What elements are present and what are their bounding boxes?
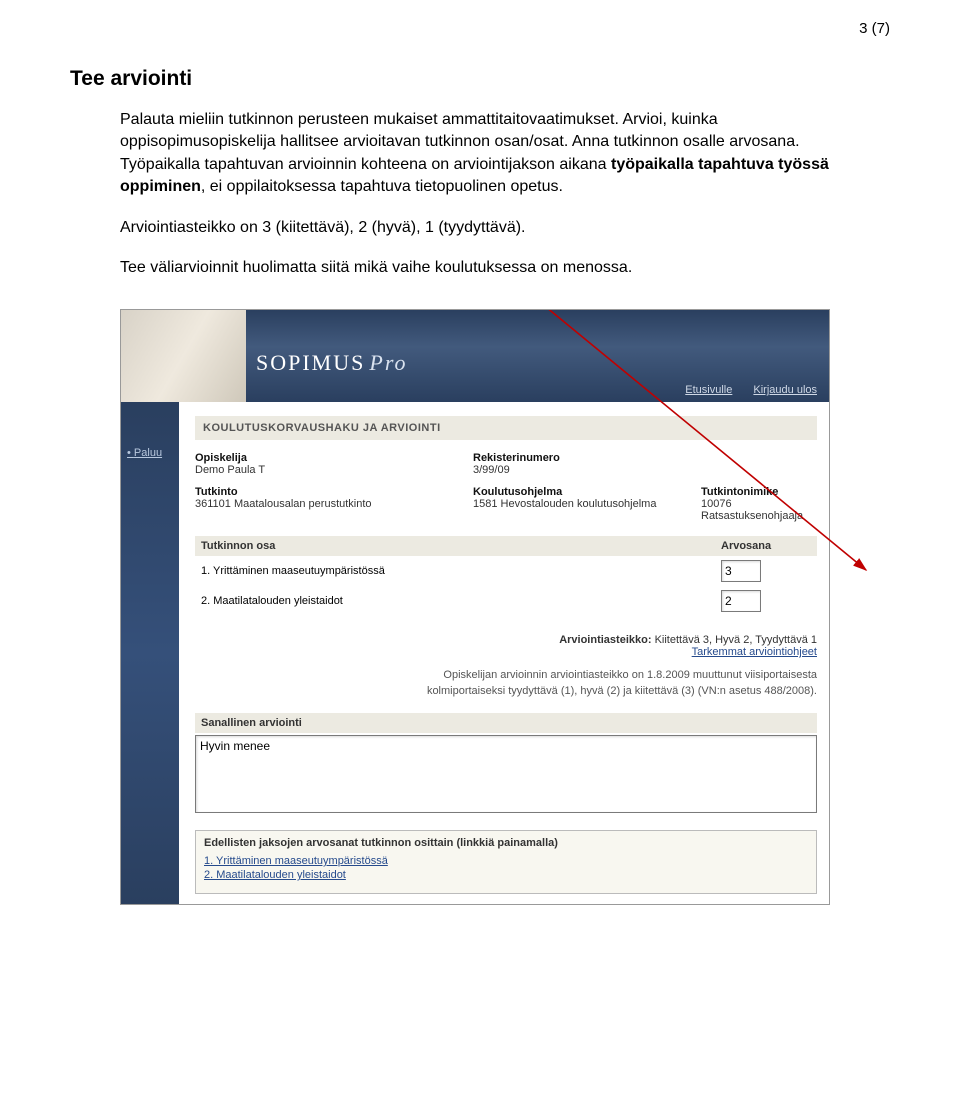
row-label: 2. Maatilatalouden yleistaidot (195, 593, 715, 609)
page-title: KOULUTUSKORVAUSHAKU JA ARVIOINTI (195, 416, 817, 440)
intro-tail: , ei oppilaitoksessa tapahtuva tietopuol… (201, 178, 563, 195)
label-tutkinto: Tutkinto (195, 486, 455, 498)
app-logo: SOPIMUSPro (256, 350, 408, 376)
app-banner: SOPIMUSPro Etusivulle Kirjaudu ulos (121, 310, 829, 402)
value-ohjelma: 1581 Hevostalouden koulutusohjelma (473, 498, 683, 510)
page-number: 3 (7) (70, 20, 890, 37)
scale-paragraph: Arviointiasteikko on 3 (kiitettävä), 2 (… (120, 217, 840, 239)
value-tutkinto: 361101 Maatalousalan perustutkinto (195, 498, 455, 510)
logo-sub: Pro (369, 350, 407, 375)
prev-link-1[interactable]: 1. Yrittäminen maaseutuympäristössä (204, 855, 808, 867)
scale-text: Kiitettävä 3, Hyvä 2, Tyydyttävä 1 (655, 634, 817, 646)
logo-text: SOPIMUS (256, 350, 365, 375)
scale-line: Arviointiasteikko: Kiitettävä 3, Hyvä 2,… (195, 634, 817, 658)
meta-grid: Opiskelija Demo Paula T Rekisterinumero … (195, 452, 817, 530)
value-rekisteri: 3/99/09 (473, 464, 683, 476)
grade-input-1[interactable] (721, 560, 761, 582)
verbal-eval-textarea[interactable] (195, 735, 817, 813)
scale-label: Arviointiasteikko: (559, 634, 651, 646)
verbal-eval-title: Sanallinen arviointi (195, 713, 817, 733)
grade-input-2[interactable] (721, 590, 761, 612)
col-osa: Tutkinnon osa (195, 536, 715, 556)
prev-link-2[interactable]: 2. Maatilatalouden yleistaidot (204, 869, 808, 881)
main-panel: KOULUTUSKORVAUSHAKU JA ARVIOINTI Opiskel… (179, 402, 829, 904)
table-row: 1. Yrittäminen maaseutuympäristössä (195, 556, 817, 586)
banner-decorative-photo (121, 310, 246, 402)
banner-links: Etusivulle Kirjaudu ulos (667, 384, 817, 396)
sidebar: Paluu (121, 402, 179, 904)
col-arvosana: Arvosana (715, 536, 817, 556)
label-nimike: Tutkintonimike (701, 486, 817, 498)
label-rekisteri: Rekisterinumero (473, 452, 683, 464)
previous-grades-box: Edellisten jaksojen arvosanat tutkinnon … (195, 830, 817, 894)
section-title: Tee arviointi (70, 67, 890, 91)
grade-table-header: Tutkinnon osa Arvosana (195, 536, 817, 556)
label-ohjelma: Koulutusohjelma (473, 486, 683, 498)
scale-details-link[interactable]: Tarkemmat arviointiohjeet (692, 646, 817, 658)
nav-logout-link[interactable]: Kirjaudu ulos (753, 384, 817, 396)
sidebar-back-link[interactable]: Paluu (121, 447, 179, 459)
row-label: 1. Yrittäminen maaseutuympäristössä (195, 563, 715, 579)
nav-home-link[interactable]: Etusivulle (685, 384, 732, 396)
value-nimike: 10076 Ratsastuksenohjaaja (701, 498, 817, 522)
scale-change-note: Opiskelijan arvioinnin arviointiasteikko… (365, 668, 817, 699)
table-row: 2. Maatilatalouden yleistaidot (195, 586, 817, 616)
instruction-paragraph: Tee väliarvioinnit huolimatta siitä mikä… (120, 257, 840, 279)
prev-grades-title: Edellisten jaksojen arvosanat tutkinnon … (204, 837, 808, 849)
value-opiskelija: Demo Paula T (195, 464, 455, 476)
intro-paragraph: Palauta mieliin tutkinnon perusteen muka… (120, 109, 840, 199)
app-screenshot: SOPIMUSPro Etusivulle Kirjaudu ulos Palu… (120, 309, 830, 905)
label-opiskelija: Opiskelija (195, 452, 455, 464)
